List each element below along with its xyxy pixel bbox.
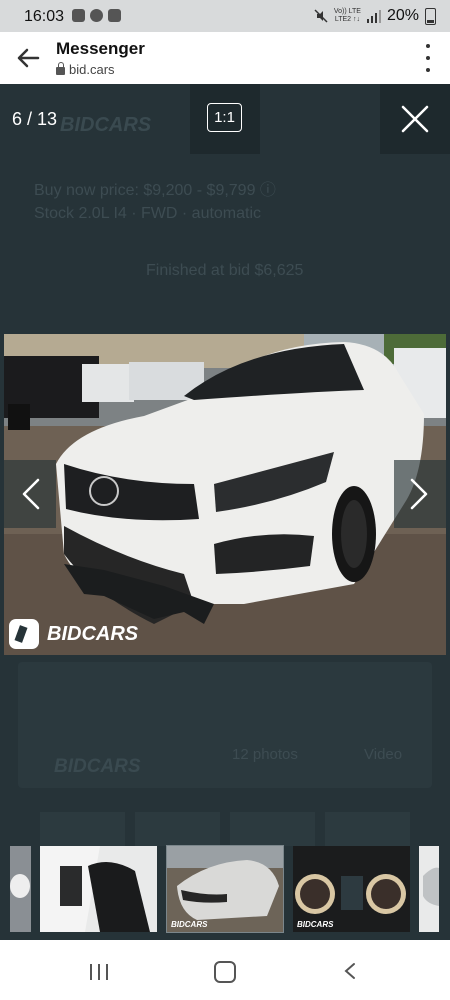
chevron-left-icon	[22, 478, 40, 510]
image-counter: 6 / 13	[12, 109, 58, 129]
network-top-label: Vo)) LTE	[333, 8, 361, 15]
thumbnail-partial-left[interactable]	[10, 846, 31, 932]
system-nav-bar	[0, 940, 450, 1000]
page-url: bid.cars	[56, 61, 115, 77]
chevron-right-icon	[410, 478, 428, 510]
background-logo: BIDCARS	[60, 114, 152, 136]
car-photo[interactable]: BIDCARS	[4, 334, 446, 655]
close-button-container	[380, 84, 450, 154]
background-card-logo: BIDCARS	[54, 756, 141, 777]
background-price-line: Buy now price: $9,200 - $9,799 ⓘ	[34, 182, 276, 199]
signal-icon	[366, 9, 381, 23]
system-back-button[interactable]	[342, 962, 358, 980]
photo-watermark: BIDCARS	[9, 619, 138, 649]
close-icon[interactable]	[400, 104, 430, 134]
recent-bar-icon	[98, 964, 100, 980]
recent-bar-icon	[106, 964, 108, 980]
dot-icon	[426, 56, 430, 60]
thumbnail-image	[10, 846, 31, 932]
thumbnail-watermark: BIDCARS	[297, 920, 334, 929]
thumbnail-image	[40, 846, 157, 932]
thumbnail-image	[419, 846, 439, 932]
background-video-label: Video	[364, 746, 403, 763]
background-thumbs	[40, 812, 410, 846]
background-specs-line: Stock 2.0L I4 · FWD · automatic	[34, 205, 262, 222]
network-indicator: Vo)) LTE LTE2 ↑↓	[334, 8, 361, 24]
thumbnail-dashboard[interactable]: BIDCARS	[293, 846, 410, 932]
status-bar: 16:03 Vo)) LTE LTE2 ↑↓ 20%	[0, 0, 450, 32]
car-image	[4, 334, 446, 655]
dot-icon	[426, 44, 430, 48]
thumbnail-strip: BIDCARS BIDCARS	[0, 845, 450, 934]
network-bottom-label: LTE2 ↑↓	[334, 16, 360, 23]
recent-apps-button[interactable]	[90, 964, 108, 980]
notification-icons	[72, 9, 121, 22]
background-photos-count: 12 photos	[232, 746, 298, 763]
app-bar: Messenger bid.cars	[0, 32, 450, 84]
more-options-button[interactable]	[424, 44, 432, 72]
thumbnail-front[interactable]: BIDCARS	[166, 845, 284, 933]
thumbnail-interior[interactable]	[40, 846, 157, 932]
back-arrow-icon[interactable]	[12, 42, 44, 74]
home-button[interactable]	[214, 961, 236, 983]
recent-bar-icon	[90, 964, 92, 980]
check-icon	[108, 9, 121, 22]
thumbnail-partial-right[interactable]	[419, 846, 439, 932]
gallery-icon	[72, 9, 85, 22]
battery-icon	[425, 7, 436, 25]
status-right: Vo)) LTE LTE2 ↑↓ 20%	[314, 7, 436, 25]
app-title: Messenger	[56, 39, 145, 58]
lock-icon	[56, 61, 65, 75]
watermark-text: BIDCARS	[47, 622, 139, 645]
mute-icon	[314, 9, 328, 23]
previous-image-button[interactable]	[4, 460, 56, 528]
background-final-bid: Finished at bid $6,625	[146, 262, 304, 279]
messenger-icon	[90, 9, 103, 22]
bidcars-logo-icon	[9, 619, 39, 649]
next-image-button[interactable]	[394, 460, 446, 528]
thumbnail-watermark: BIDCARS	[171, 920, 208, 929]
status-time: 16:03	[24, 8, 65, 25]
dot-icon	[426, 68, 430, 72]
battery-percent: 20%	[386, 7, 419, 24]
actual-size-button[interactable]: 1:1	[207, 103, 242, 132]
ratio-button-container: 1:1	[190, 84, 260, 154]
url-text: bid.cars	[69, 62, 115, 77]
